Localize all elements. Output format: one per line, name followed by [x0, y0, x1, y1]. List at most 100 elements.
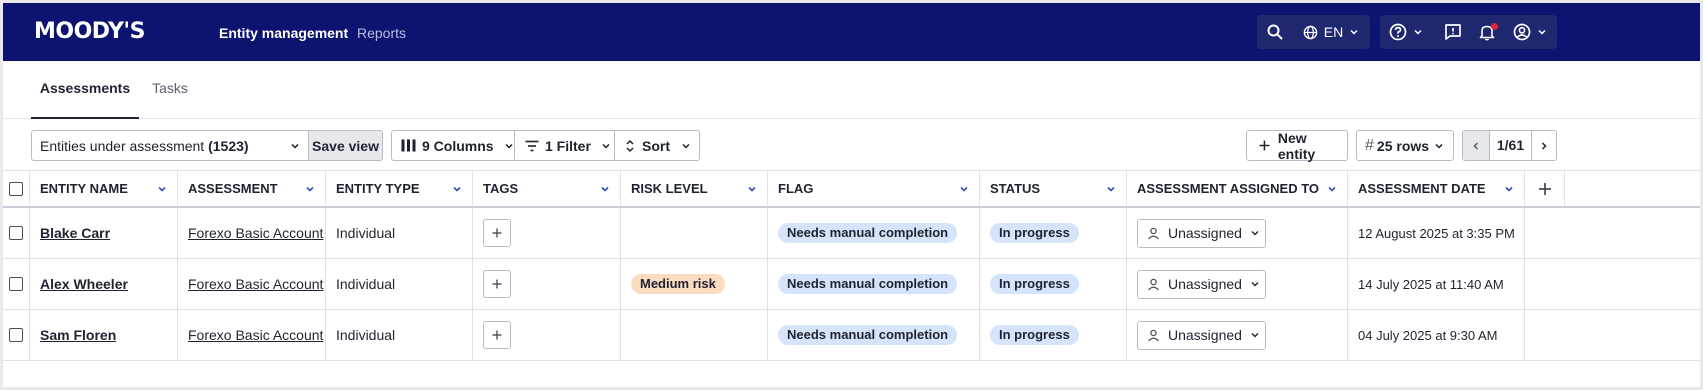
language-select[interactable]: EN — [1297, 15, 1365, 49]
select-all-checkbox[interactable] — [9, 182, 23, 196]
chevron-down-icon — [1538, 29, 1546, 35]
table-row[interactable]: Sam Floren Forexo Basic Account Individu… — [3, 310, 1700, 361]
columns-button[interactable]: 9 Columns — [392, 131, 514, 160]
table-controls-group: 9 Columns 1 Filter Sort — [391, 130, 700, 161]
column-header-status[interactable]: STATUS — [980, 171, 1127, 207]
sort-button[interactable]: Sort — [615, 131, 699, 160]
assignee-select[interactable]: Unassigned — [1137, 218, 1266, 248]
sort-icon — [626, 139, 634, 152]
plus-icon — [1259, 140, 1270, 151]
help-menu-button[interactable] — [1384, 15, 1428, 49]
view-select-label: Entities under assessment — [40, 137, 205, 154]
top-bar: MOODY'S Entity management Reports EN — [3, 3, 1700, 61]
user-menu-button[interactable] — [1508, 15, 1552, 49]
entity-name-link[interactable]: Alex Wheeler — [40, 276, 128, 292]
filter-button[interactable]: 1 Filter — [515, 131, 614, 160]
chevron-down-icon — [291, 143, 299, 149]
user-icon — [1148, 278, 1159, 290]
notifications-button[interactable] — [1472, 15, 1502, 49]
entity-type-cell: Individual — [326, 259, 473, 309]
tab-tasks[interactable]: Tasks — [149, 61, 191, 119]
previous-page-button[interactable] — [1463, 131, 1490, 160]
chevron-down-icon — [1251, 333, 1259, 338]
table-row[interactable]: Blake Carr Forexo Basic Account Individu… — [3, 208, 1700, 259]
pagination: 1/61 — [1462, 130, 1557, 161]
plus-icon — [1538, 183, 1551, 195]
column-header-flag[interactable]: FLAG — [768, 171, 980, 207]
entity-name-link[interactable]: Sam Floren — [40, 327, 116, 343]
add-tag-button[interactable] — [483, 321, 511, 349]
app-frame: MOODY'S Entity management Reports EN Ass… — [3, 3, 1700, 387]
globe-icon — [1303, 25, 1318, 39]
entity-name-link[interactable]: Blake Carr — [40, 225, 110, 241]
row-select-cell — [3, 259, 30, 309]
column-header-assessment-date[interactable]: ASSESSMENT DATE — [1348, 171, 1525, 207]
row-checkbox[interactable] — [9, 328, 23, 342]
chevron-down-icon — [1251, 282, 1259, 287]
nav-reports[interactable]: Reports — [357, 25, 406, 41]
column-header-entity-type[interactable]: ENTITY TYPE — [326, 171, 473, 207]
next-page-button[interactable] — [1531, 131, 1556, 160]
page-tabs: Assessments Tasks — [3, 61, 1700, 119]
column-header-assigned-to[interactable]: ASSESSMENT ASSIGNED TO — [1127, 171, 1348, 207]
column-header-risk-level[interactable]: RISK LEVEL — [621, 171, 768, 207]
column-header-entity-name[interactable]: ENTITY NAME — [30, 171, 178, 207]
chevron-down-icon — [602, 143, 610, 149]
save-view-button[interactable]: Save view — [308, 130, 383, 161]
new-entity-label: New entity — [1277, 129, 1316, 162]
assessment-link[interactable]: Forexo Basic Account — [188, 276, 323, 292]
notification-dot — [1491, 23, 1498, 30]
chevron-down-icon — [306, 186, 314, 192]
chevron-down-icon — [1251, 231, 1259, 236]
assessment-cell: Forexo Basic Account — [178, 208, 326, 258]
assessment-cell: Forexo Basic Account — [178, 310, 326, 360]
chevron-down-icon — [601, 186, 609, 192]
chevron-down-icon — [682, 143, 690, 149]
column-header-tags[interactable]: TAGS — [473, 171, 621, 207]
view-select[interactable]: Entities under assessment (1523) — [31, 130, 309, 161]
row-checkbox[interactable] — [9, 277, 23, 291]
status-badge: In progress — [990, 274, 1079, 294]
status-cell: In progress — [980, 310, 1127, 360]
table-row[interactable]: Alex Wheeler Forexo Basic Account Indivi… — [3, 259, 1700, 310]
add-tag-button[interactable] — [483, 219, 511, 247]
tab-assessments[interactable]: Assessments — [31, 61, 139, 119]
assessment-link[interactable]: Forexo Basic Account — [188, 225, 323, 241]
chevron-down-icon — [158, 186, 166, 192]
help-notifications-group — [1380, 15, 1557, 49]
flag-badge: Needs manual completion — [778, 325, 958, 345]
assignee-select[interactable]: Unassigned — [1137, 320, 1266, 350]
view-select-count: (1523) — [208, 137, 249, 154]
chevron-down-icon — [1505, 186, 1513, 192]
status-cell: In progress — [980, 208, 1127, 258]
entity-name-cell: Blake Carr — [30, 208, 178, 258]
add-tag-button[interactable] — [483, 270, 511, 298]
flag-badge: Needs manual completion — [778, 274, 958, 294]
rows-per-page-select[interactable]: # 25 rows — [1356, 130, 1454, 161]
risk-level-cell — [621, 310, 768, 360]
select-all-cell — [3, 171, 30, 207]
assignee-label: Unassigned — [1168, 225, 1242, 241]
columns-icon — [401, 139, 416, 152]
entity-name-cell: Sam Floren — [30, 310, 178, 360]
tags-cell — [473, 310, 621, 360]
filter-label: 1 Filter — [545, 137, 591, 154]
row-checkbox[interactable] — [9, 226, 23, 240]
search-language-group: EN — [1257, 15, 1370, 49]
add-column-button[interactable] — [1525, 171, 1565, 207]
row-select-cell — [3, 310, 30, 360]
flag-cell: Needs manual completion — [768, 208, 980, 258]
chevron-down-icon — [505, 143, 513, 149]
entity-type-cell: Individual — [326, 310, 473, 360]
new-entity-button[interactable]: New entity — [1246, 129, 1348, 162]
assignee-select[interactable]: Unassigned — [1137, 269, 1266, 299]
nav-entity-management[interactable]: Entity management — [219, 25, 348, 41]
feedback-button[interactable] — [1438, 15, 1468, 49]
assessment-link[interactable]: Forexo Basic Account — [188, 327, 323, 343]
search-button[interactable] — [1257, 15, 1293, 49]
page-indicator: 1/61 — [1496, 137, 1525, 153]
rows-per-page-label: 25 rows — [1376, 137, 1430, 154]
column-header-assessment[interactable]: ASSESSMENT — [178, 171, 326, 207]
risk-level-badge: Medium risk — [631, 274, 725, 294]
tags-cell — [473, 259, 621, 309]
